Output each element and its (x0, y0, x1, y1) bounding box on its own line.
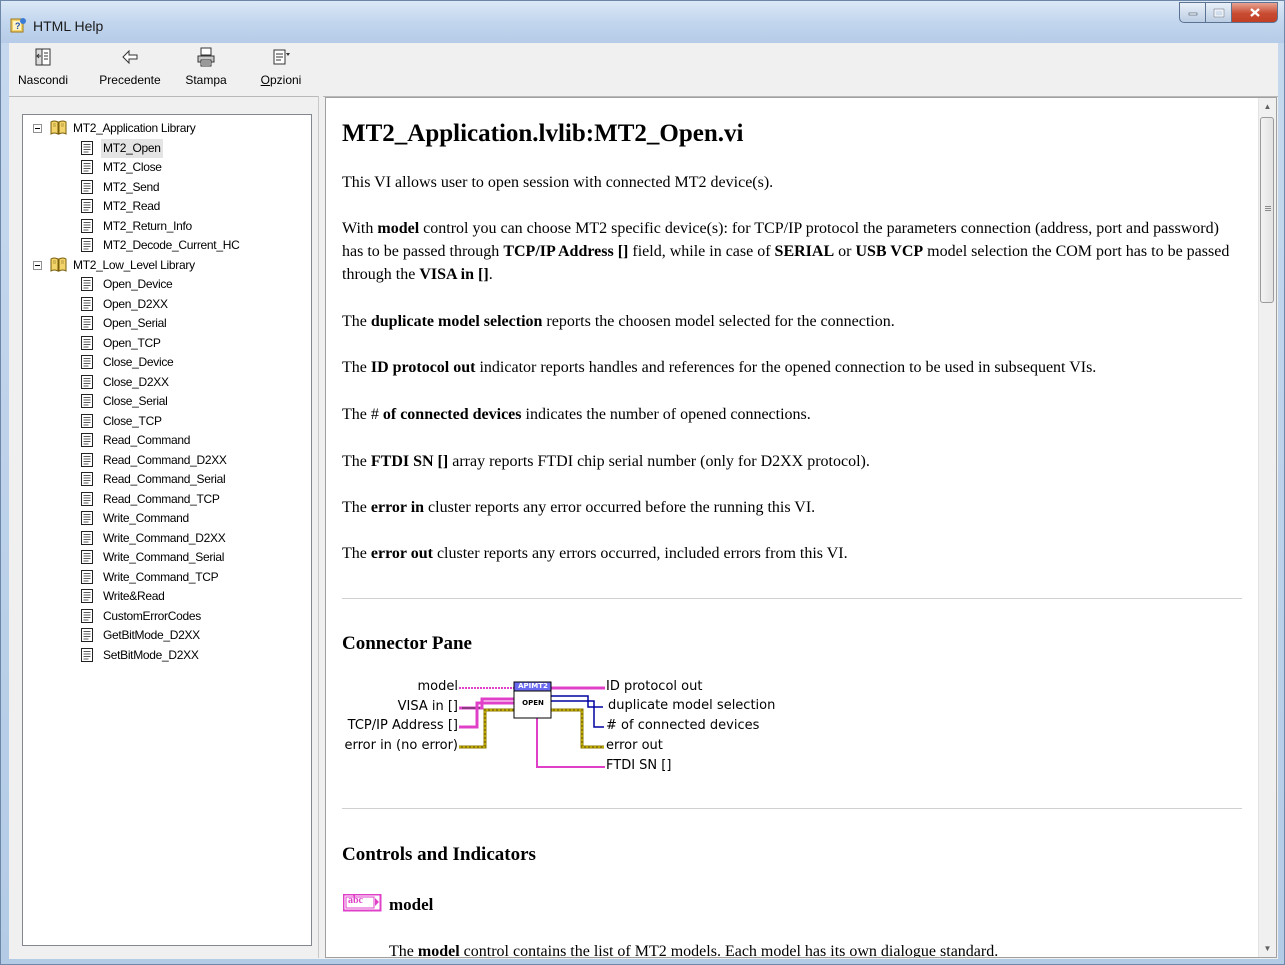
window-title: HTML Help (33, 18, 104, 34)
topic-page-icon (81, 316, 93, 330)
scroll-down-icon[interactable]: ▼ (1259, 940, 1276, 957)
scroll-thumb[interactable] (1260, 117, 1274, 303)
topic-page-icon (81, 628, 93, 642)
help-app-icon: ? (10, 18, 26, 33)
connector-pane-heading: Connector Pane (342, 633, 472, 654)
maximize-button[interactable] (1206, 2, 1232, 23)
page-title: MT2_Application.lvlib:MT2_Open.vi (342, 120, 744, 147)
options-icon (273, 49, 290, 65)
minimize-icon (1188, 12, 1197, 15)
model-paragraph: With model control you can choose MT2 sp… (342, 220, 1230, 283)
topic-page-icon (81, 589, 93, 603)
hide-button[interactable]: Nascondi (10, 47, 76, 93)
topic-page-icon (81, 530, 93, 545)
collapse-toggle-icon[interactable] (33, 124, 42, 133)
topic-page-icon (81, 394, 93, 408)
topic-content-pane[interactable]: MT2_Application.lvlib:MT2_Open.vi This V… (325, 97, 1277, 958)
model-control-heading: model (389, 895, 434, 914)
string-control-icon: abc (342, 893, 383, 912)
vi-icon-top-label: APIMT2 (518, 682, 548, 690)
topic-page-icon (81, 335, 93, 350)
topic-page-icon (81, 160, 93, 174)
topic-page-icon (81, 218, 93, 233)
toolbar: Nascondi Precedente Stampa Opzioni (9, 43, 1278, 97)
connector-pane-diagram: model VISA in [] TCP/IP Address [] error… (342, 677, 802, 773)
connector-label-error-in: error in (no error) (344, 738, 458, 753)
topic-page-icon (81, 550, 93, 564)
topic-page-icon (81, 491, 93, 506)
title-bar[interactable]: ? HTML Help (1, 1, 1284, 43)
connector-label-devices: # of connected devices (606, 718, 760, 733)
maximize-icon (1213, 8, 1224, 17)
options-button[interactable]: Opzioni (255, 47, 307, 93)
topic-page-icon (81, 647, 93, 662)
book-open-icon (50, 257, 67, 272)
ftdi-paragraph: The FTDI SN [] array reports FTDI chip s… (342, 453, 870, 470)
back-arrow-icon (122, 49, 138, 65)
collapse-toggle-icon[interactable] (33, 260, 42, 270)
topic-page-icon (81, 374, 93, 389)
section-divider (342, 598, 1242, 599)
error-in-paragraph: The error in cluster reports any error o… (342, 499, 816, 516)
scroll-up-icon[interactable]: ▲ (1259, 98, 1276, 115)
vertical-scrollbar[interactable]: ▲ ▼ (1258, 98, 1276, 957)
book-open-icon (50, 120, 67, 135)
controls-indicators-heading: Controls and Indicators (342, 844, 536, 865)
model-description: The model control contains the list of M… (389, 943, 999, 958)
print-button[interactable]: Stampa (181, 47, 231, 93)
connector-label-duplicate: duplicate model selection (608, 698, 776, 713)
contents-tree-pane[interactable]: MT2_Application Library MT2_Open MT2_Close… (22, 114, 312, 946)
window-controls (1179, 2, 1278, 24)
topic-page-icon (81, 277, 93, 291)
topic-page-icon (81, 452, 93, 467)
connector-label-error-out: error out (606, 738, 663, 753)
topic-page-icon (81, 569, 93, 584)
id-protocol-paragraph: The ID protocol out indicator reports ha… (342, 359, 1097, 376)
connector-label-ftdi: FTDI SN [] (606, 758, 672, 773)
close-button[interactable] (1232, 2, 1278, 23)
connector-label-tcpip: TCP/IP Address [] (347, 718, 458, 733)
svg-text:?: ? (15, 21, 21, 31)
printer-icon (197, 47, 215, 67)
pane-splitter[interactable] (318, 96, 323, 958)
topic-page-icon (81, 472, 93, 486)
hide-pane-icon (35, 48, 51, 66)
section-divider-2 (342, 808, 1242, 809)
topic-page-icon (81, 355, 93, 369)
topic-page-icon (81, 413, 93, 428)
topic-page-icon (81, 199, 93, 213)
connected-devices-paragraph: The # of connected devices indicates the… (342, 406, 811, 423)
topic-page-icon (81, 179, 93, 194)
connector-label-id-protocol: ID protocol out (606, 679, 703, 694)
topic-page-icon (81, 433, 93, 447)
topic-page-icon (81, 238, 93, 252)
back-button[interactable]: Precedente (95, 47, 165, 93)
topic-page-icon (81, 296, 93, 311)
vi-icon-label: OPEN (522, 699, 544, 707)
topic-page-icon (81, 608, 93, 623)
intro-paragraph: This VI allows user to open session with… (342, 174, 774, 191)
topic-page-icon (81, 511, 93, 525)
topic-page-icon (81, 140, 93, 155)
connector-label-visa: VISA in [] (397, 699, 458, 714)
close-icon (1249, 8, 1260, 17)
duplicate-paragraph: The duplicate model selection reports th… (342, 313, 895, 330)
error-out-paragraph: The error out cluster reports any errors… (342, 545, 848, 562)
connector-label-model: model (417, 679, 458, 694)
minimize-button[interactable] (1179, 2, 1206, 23)
